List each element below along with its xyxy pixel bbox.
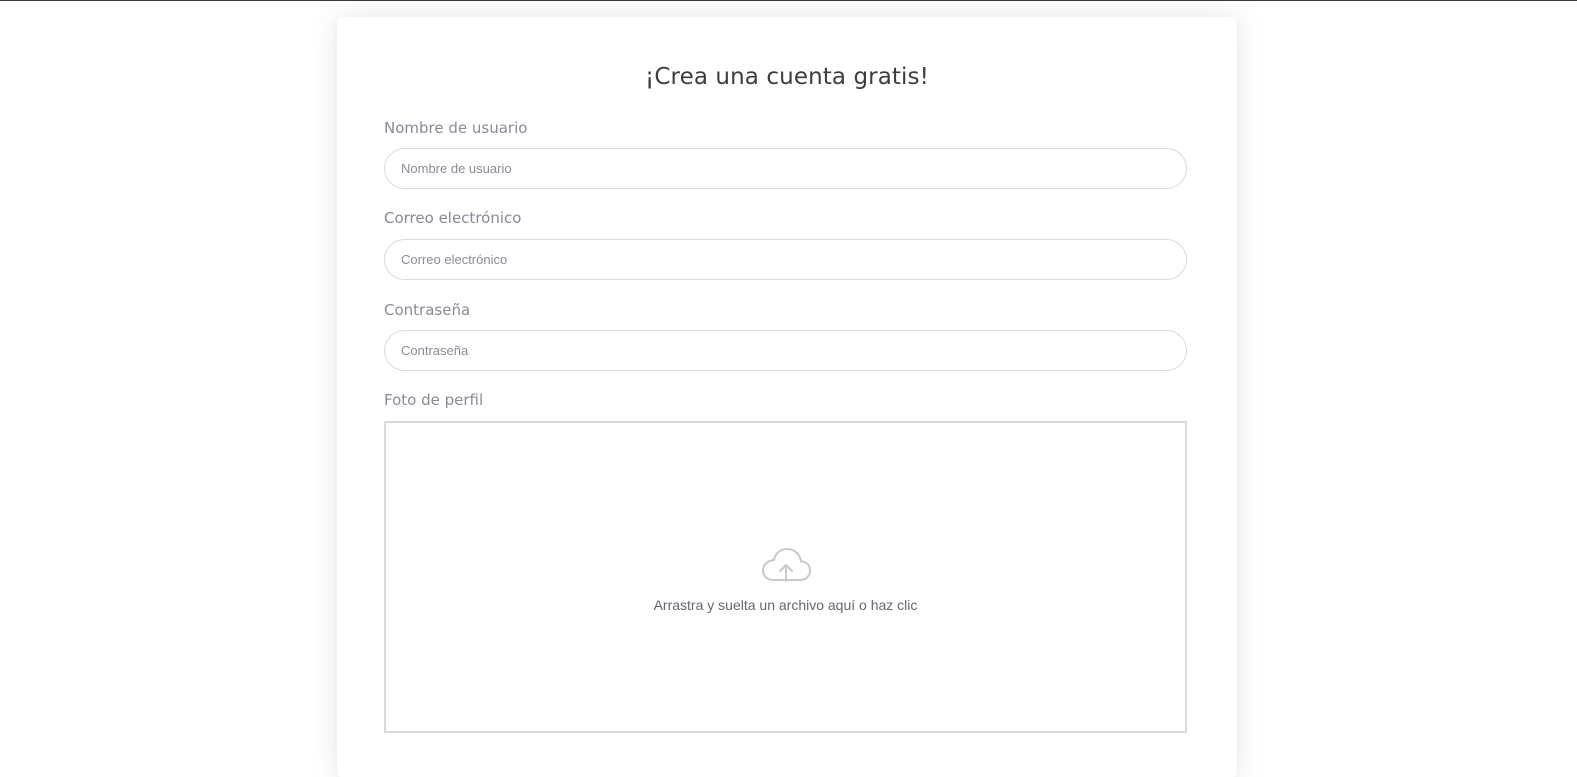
profile-photo-dropzone[interactable]: Arrastra y suelta un archivo aquí o haz … [384, 421, 1187, 733]
signup-card: ¡Crea una cuenta gratis! Nombre de usuar… [337, 17, 1237, 777]
profile-photo-label: Foto de perfil [384, 391, 484, 409]
cloud-upload-icon [761, 548, 811, 582]
email-label: Correo electrónico [384, 209, 522, 227]
email-input[interactable] [384, 239, 1187, 280]
dropzone-text: Arrastra y suelta un archivo aquí o haz … [653, 597, 918, 613]
username-label: Nombre de usuario [384, 119, 528, 137]
top-divider [0, 0, 1577, 1]
username-input[interactable] [384, 148, 1187, 189]
page-title: ¡Crea una cuenta gratis! [645, 64, 929, 90]
password-label: Contraseña [384, 301, 471, 319]
password-input[interactable] [384, 330, 1187, 371]
